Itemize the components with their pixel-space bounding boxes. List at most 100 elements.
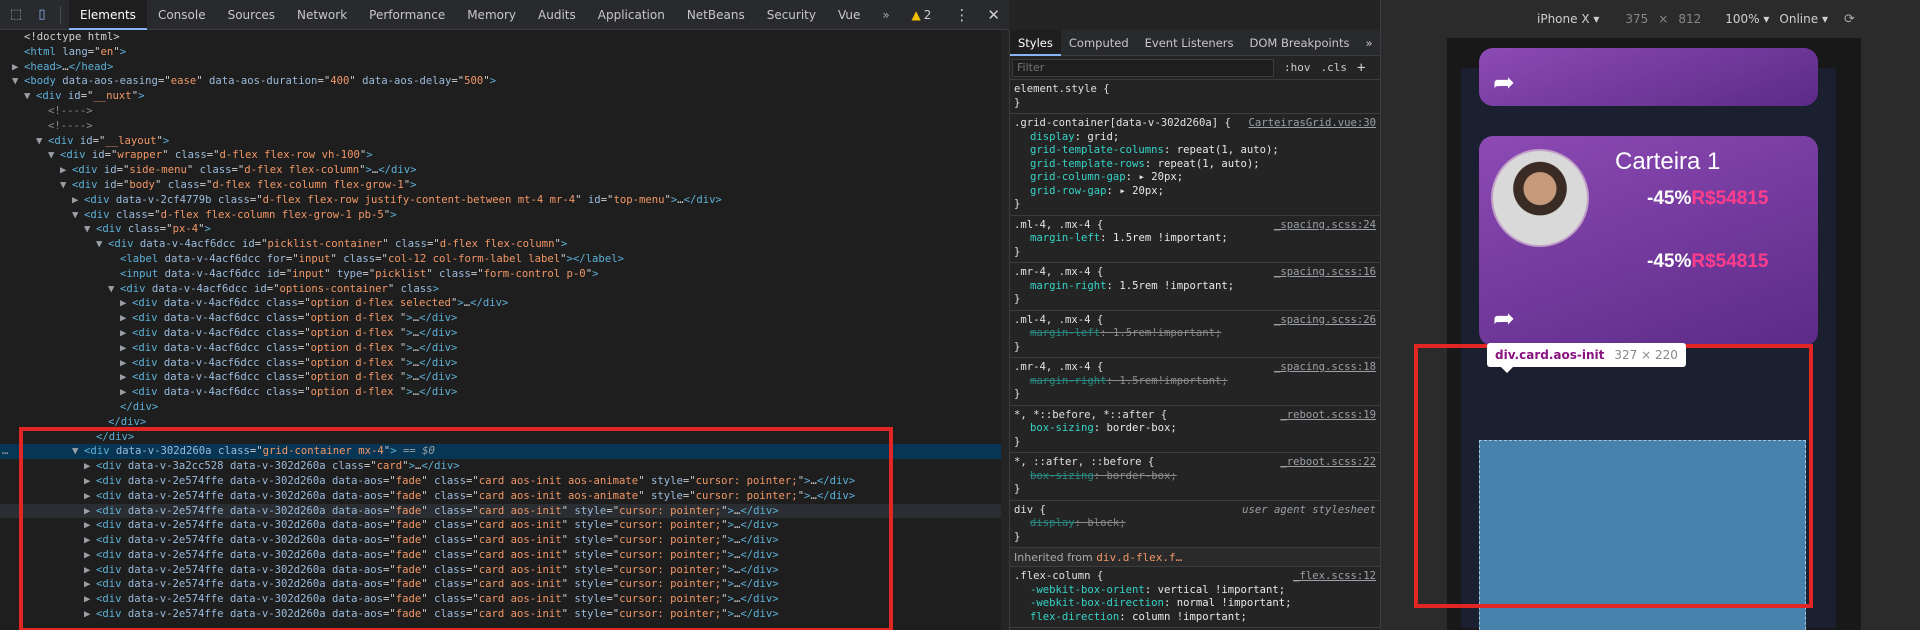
styles-tab-event-listeners[interactable]: Event Listeners [1137,30,1242,56]
dom-node[interactable]: ▶ <div data-v-4acf6dcc class="option d-fl… [0,296,1001,311]
collapse-arrow-icon[interactable]: ▼ [96,237,108,252]
wallet-card[interactable]: Carteira 1 -45%R$54815 -45%R$54815 ➦ [1479,136,1818,346]
property-value[interactable]: 1.5rem!important; [1113,327,1221,339]
dom-node[interactable]: ▶ <div data-v-4acf6dcc class="option d-fl… [0,311,1001,326]
styles-tab-dom-breakpoints[interactable]: DOM Breakpoints [1242,30,1358,56]
dom-node[interactable]: ▶ <div data-v-4acf6dcc class="option d-fl… [0,356,1001,371]
css-property[interactable]: margin-right: 1.5rem!important; [1014,375,1376,389]
tab-vue[interactable]: Vue [827,0,871,30]
dom-node[interactable]: </div> [0,400,1001,415]
property-value[interactable]: 1.5rem!important; [1119,375,1227,387]
expand-arrow-icon[interactable]: ▶ [72,193,84,208]
css-property[interactable]: margin-left: 1.5rem!important; [1014,327,1376,341]
dom-node[interactable]: ▶ <div id="side-menu" class="d-flex flex-… [0,163,1001,178]
inspect-element-icon[interactable]: ⬚ [6,5,26,25]
property-name[interactable]: margin-right [1030,280,1107,292]
share-icon[interactable]: ➦ [1493,304,1515,334]
dom-node[interactable]: ▼ <div id="__layout"> [0,134,1001,149]
css-property[interactable]: box-sizing: border-box; [1014,470,1376,484]
network-select[interactable]: Online ▾ [1779,12,1828,26]
property-name[interactable]: grid-template-rows [1030,158,1145,170]
expand-arrow-icon[interactable]: ▶ [120,296,132,311]
hover-state-button[interactable]: :hov [1284,61,1311,74]
dom-node[interactable]: ▼ <div id="wrapper" class="d-flex flex-ro… [0,148,1001,163]
collapse-arrow-icon[interactable]: ▼ [72,208,84,223]
css-property[interactable]: flex-direction: column !important; [1014,611,1376,625]
rule-source-link[interactable]: _reboot.scss:19 [1280,409,1376,423]
new-rule-button[interactable]: + [1357,60,1365,76]
dom-node[interactable]: ▼ <div class="d-flex flex-column flex-gro… [0,208,1001,223]
device-select[interactable]: iPhone X ▾ [1537,12,1599,26]
property-value[interactable]: repeat(1, auto); [1177,144,1279,156]
property-name[interactable]: margin-left [1030,232,1100,244]
css-property[interactable]: grid-row-gap: ▸ 20px; [1014,185,1376,199]
expand-arrow-icon[interactable]: ▶ [60,163,72,178]
css-property[interactable]: grid-template-rows: repeat(1, auto); [1014,158,1376,172]
rule-source-link[interactable]: _spacing.scss:26 [1274,314,1376,328]
styles-tab-computed[interactable]: Computed [1061,30,1137,56]
property-name[interactable]: box-sizing [1030,422,1094,434]
collapse-arrow-icon[interactable]: ▼ [60,178,72,193]
node-menu-icon[interactable]: … [2,444,8,459]
property-name[interactable]: grid-row-gap [1030,185,1107,197]
collapse-arrow-icon[interactable]: ▼ [24,89,36,104]
share-icon[interactable]: ➦ [1493,68,1515,98]
property-value[interactable]: grid; [1087,131,1119,143]
wallet-card-top[interactable]: ➦ [1479,48,1818,106]
device-width[interactable]: 375 [1625,12,1648,26]
collapse-arrow-icon[interactable]: ▼ [108,282,120,297]
property-value[interactable]: vertical !important; [1158,584,1286,596]
dom-node[interactable]: ▶ <div data-v-4acf6dcc class="option d-fl… [0,385,1001,400]
property-name[interactable]: box-sizing [1030,470,1094,482]
property-value[interactable]: 1.5rem !important; [1113,232,1228,244]
rule-source-link[interactable]: _spacing.scss:24 [1274,219,1376,233]
styles-tab-styles[interactable]: Styles [1010,30,1061,56]
property-name[interactable]: grid-template-columns [1030,144,1164,156]
dom-node[interactable]: <html lang="en"> [0,45,1001,60]
property-name[interactable]: -webkit-box-direction [1030,597,1164,609]
tab-network[interactable]: Network [286,0,358,30]
css-property[interactable]: -webkit-box-direction: normal !important… [1014,597,1376,611]
css-property[interactable]: display: block; [1014,517,1376,531]
css-property[interactable]: margin-right: 1.5rem !important; [1014,280,1376,294]
property-value[interactable]: 1.5rem !important; [1119,280,1234,292]
property-value[interactable]: column !important; [1132,611,1247,623]
device-toggle-icon[interactable]: ▯ [32,5,52,25]
css-property[interactable]: grid-column-gap: ▸ 20px; [1014,171,1376,185]
css-property[interactable]: grid-template-columns: repeat(1, auto); [1014,144,1376,158]
zoom-select[interactable]: 100% ▾ [1725,12,1769,26]
dom-node[interactable]: ▶ <div data-v-2cf4779b class="d-flex flex… [0,193,1001,208]
dom-node[interactable]: ▶ <div data-v-4acf6dcc class="option d-fl… [0,370,1001,385]
expand-arrow-icon[interactable]: ▶ [120,311,132,326]
rule-selector[interactable]: element.style { [1014,83,1376,97]
dom-node[interactable]: <!----> [0,104,1001,119]
dom-node[interactable]: ▶ <head>…</head> [0,60,1001,75]
dom-node[interactable]: ▼ <div class="px-4"> [0,222,1001,237]
tab-performance[interactable]: Performance [358,0,456,30]
tab-elements[interactable]: Elements [69,0,147,30]
collapse-arrow-icon[interactable]: ▼ [48,148,60,163]
expand-arrow-icon[interactable]: ▶ [12,60,24,75]
more-tabs-icon[interactable]: » [871,0,900,30]
more-styles-tabs-icon[interactable]: » [1357,30,1380,56]
expand-arrow-icon[interactable]: ▶ [120,356,132,371]
property-name[interactable]: margin-right [1030,375,1107,387]
expand-arrow-icon[interactable]: ▶ [120,385,132,400]
styles-filter-input[interactable] [1012,58,1274,77]
inherited-from[interactable]: div.d-flex.f… [1096,551,1182,564]
rule-source-link[interactable]: _spacing.scss:16 [1274,266,1376,280]
property-value[interactable]: normal !important; [1177,597,1292,609]
rule-source-link[interactable]: CarteirasGrid.vue:30 [1248,117,1376,131]
property-value[interactable]: repeat(1, auto); [1158,158,1260,170]
expand-arrow-icon[interactable]: ▶ [120,326,132,341]
expand-arrow-icon[interactable]: ▶ [120,341,132,356]
tab-memory[interactable]: Memory [456,0,527,30]
property-name[interactable]: grid-column-gap [1030,171,1126,183]
device-height[interactable]: 812 [1678,12,1701,26]
kebab-menu-icon[interactable]: ⋮ [954,6,969,24]
property-name[interactable]: display [1030,131,1075,143]
property-value[interactable]: border-box; [1107,470,1177,482]
property-name[interactable]: margin-left [1030,327,1100,339]
dom-node[interactable]: ▼ <div id="__nuxt"> [0,89,1001,104]
css-property[interactable]: box-sizing: border-box; [1014,422,1376,436]
